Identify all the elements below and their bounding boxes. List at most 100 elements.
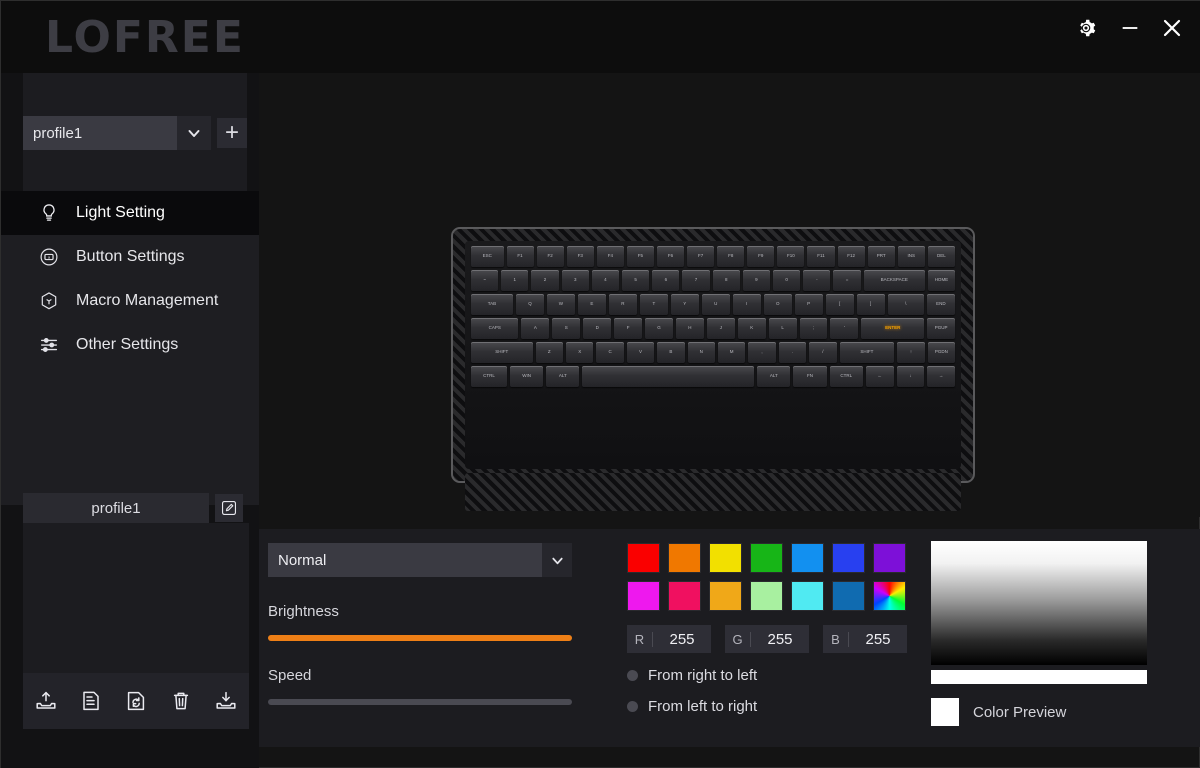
color-swatch[interactable]: [791, 543, 824, 573]
keyboard-key[interactable]: PGUP: [927, 318, 956, 339]
keyboard-key[interactable]: ↑: [897, 342, 925, 363]
keyboard-key[interactable]: CAPS: [471, 318, 519, 339]
effect-dropdown[interactable]: Normal: [268, 543, 572, 577]
keyboard-key[interactable]: J: [706, 318, 735, 339]
color-swatch[interactable]: [791, 581, 824, 611]
red-input[interactable]: R 255: [627, 625, 711, 653]
color-swatch[interactable]: [627, 543, 660, 573]
keyboard-key[interactable]: F5: [626, 246, 654, 267]
keyboard-key[interactable]: →: [927, 366, 955, 387]
keyboard-key[interactable]: SHIFT: [471, 342, 533, 363]
color-swatch[interactable]: [832, 543, 865, 573]
keyboard-key[interactable]: WIN: [510, 366, 544, 387]
keyboard-key[interactable]: CTRL: [471, 366, 507, 387]
keyboard-key[interactable]: ALT: [546, 366, 580, 387]
keyboard-key[interactable]: 9: [742, 270, 771, 291]
keyboard-key[interactable]: 6: [652, 270, 680, 291]
brightness-slider[interactable]: [268, 635, 572, 641]
edit-pencil-icon[interactable]: [215, 494, 243, 522]
profile-dropdown[interactable]: profile1: [23, 116, 177, 150]
keyboard-key[interactable]: T: [639, 294, 668, 315]
keyboard-key[interactable]: P: [794, 294, 823, 315]
keyboard-key[interactable]: 7: [682, 270, 710, 291]
keyboard-key[interactable]: TAB: [471, 294, 513, 315]
speed-slider[interactable]: [268, 699, 572, 705]
keyboard-key[interactable]: 0: [773, 270, 801, 291]
keyboard-key[interactable]: W: [546, 294, 575, 315]
import-profile-icon[interactable]: [212, 687, 240, 715]
delete-profile-icon[interactable]: [167, 687, 195, 715]
keyboard-key[interactable]: U: [701, 294, 730, 315]
keyboard-key[interactable]: F8: [717, 246, 745, 267]
keyboard-key[interactable]: ~: [471, 270, 499, 291]
keyboard-key[interactable]: F6: [656, 246, 685, 267]
profile-name-field[interactable]: profile1: [23, 493, 209, 523]
add-profile-button[interactable]: +: [217, 118, 247, 148]
keyboard-key[interactable]: 3: [561, 270, 589, 291]
keyboard-key[interactable]: ←: [865, 366, 894, 387]
keyboard-key[interactable]: O: [763, 294, 792, 315]
keyboard-key[interactable]: H: [675, 318, 704, 339]
keyboard-key[interactable]: F: [614, 318, 643, 339]
keyboard-key[interactable]: 4: [591, 270, 620, 291]
keyboard-key[interactable]: F2: [536, 246, 564, 267]
keyboard-key[interactable]: N: [687, 342, 715, 363]
keyboard-key[interactable]: -: [803, 270, 831, 291]
close-icon[interactable]: [1155, 11, 1189, 45]
keyboard-key[interactable]: 2: [531, 270, 559, 291]
keyboard-key[interactable]: ,: [748, 342, 776, 363]
keyboard-key[interactable]: .: [778, 342, 807, 363]
keyboard-key[interactable]: S: [552, 318, 581, 339]
color-swatch[interactable]: [750, 543, 783, 573]
keyboard-key[interactable]: M: [717, 342, 746, 363]
keyboard-key[interactable]: INS: [897, 246, 925, 267]
keyboard-key[interactable]: B: [657, 342, 685, 363]
hue-slider[interactable]: [931, 670, 1147, 684]
color-swatch[interactable]: [832, 581, 865, 611]
direction-right-to-left[interactable]: From right to left: [627, 667, 907, 684]
keyboard-key[interactable]: F4: [596, 246, 624, 267]
keyboard-key[interactable]: Z: [535, 342, 563, 363]
keyboard-key[interactable]: FN: [793, 366, 827, 387]
keyboard-key[interactable]: ENTER: [861, 318, 925, 339]
keyboard-key[interactable]: F7: [687, 246, 715, 267]
direction-left-to-right[interactable]: From left to right: [627, 698, 907, 715]
keyboard-key[interactable]: D: [583, 318, 612, 339]
keyboard-key[interactable]: I: [732, 294, 761, 315]
keyboard-key[interactable]: G: [645, 318, 673, 339]
keyboard-key[interactable]: /: [809, 342, 837, 363]
keyboard-key[interactable]: [: [825, 294, 854, 315]
keyboard-key[interactable]: F11: [807, 246, 835, 267]
keyboard-key[interactable]: \: [887, 294, 924, 315]
keyboard-key[interactable]: F9: [747, 246, 775, 267]
color-swatch[interactable]: [668, 581, 701, 611]
keyboard-key[interactable]: BACKSPACE: [863, 270, 925, 291]
keyboard-key[interactable]: X: [566, 342, 594, 363]
blue-input[interactable]: B 255: [823, 625, 907, 653]
keyboard-key[interactable]: C: [596, 342, 624, 363]
save-profile-icon[interactable]: [77, 687, 105, 715]
keyboard-key[interactable]: F1: [506, 246, 534, 267]
keyboard-key[interactable]: Y: [670, 294, 699, 315]
sidebar-item-light-setting[interactable]: Light Setting: [1, 191, 259, 235]
export-profile-icon[interactable]: [32, 687, 60, 715]
keyboard-key[interactable]: 1: [501, 270, 529, 291]
keyboard-key[interactable]: DEL: [927, 246, 955, 267]
sidebar-item-button-settings[interactable]: a Button Settings: [1, 235, 259, 279]
sync-profile-icon[interactable]: [122, 687, 150, 715]
rainbow-swatch[interactable]: [873, 581, 906, 611]
keyboard-key[interactable]: PGDN: [927, 342, 956, 363]
color-swatch[interactable]: [709, 581, 742, 611]
keyboard-key[interactable]: ESC: [471, 246, 504, 267]
keyboard-key[interactable]: 8: [712, 270, 740, 291]
minimize-icon[interactable]: [1113, 11, 1147, 45]
keyboard-key[interactable]: ;: [799, 318, 828, 339]
keyboard-key[interactable]: ': [830, 318, 859, 339]
color-swatch[interactable]: [750, 581, 783, 611]
keyboard-key[interactable]: PRT: [867, 246, 895, 267]
keyboard-key[interactable]: L: [768, 318, 797, 339]
keyboard-key[interactable]: Q: [515, 294, 544, 315]
chevron-down-icon[interactable]: [177, 116, 211, 150]
sidebar-item-other-settings[interactable]: Other Settings: [1, 323, 259, 367]
keyboard-key[interactable]: [582, 366, 755, 387]
